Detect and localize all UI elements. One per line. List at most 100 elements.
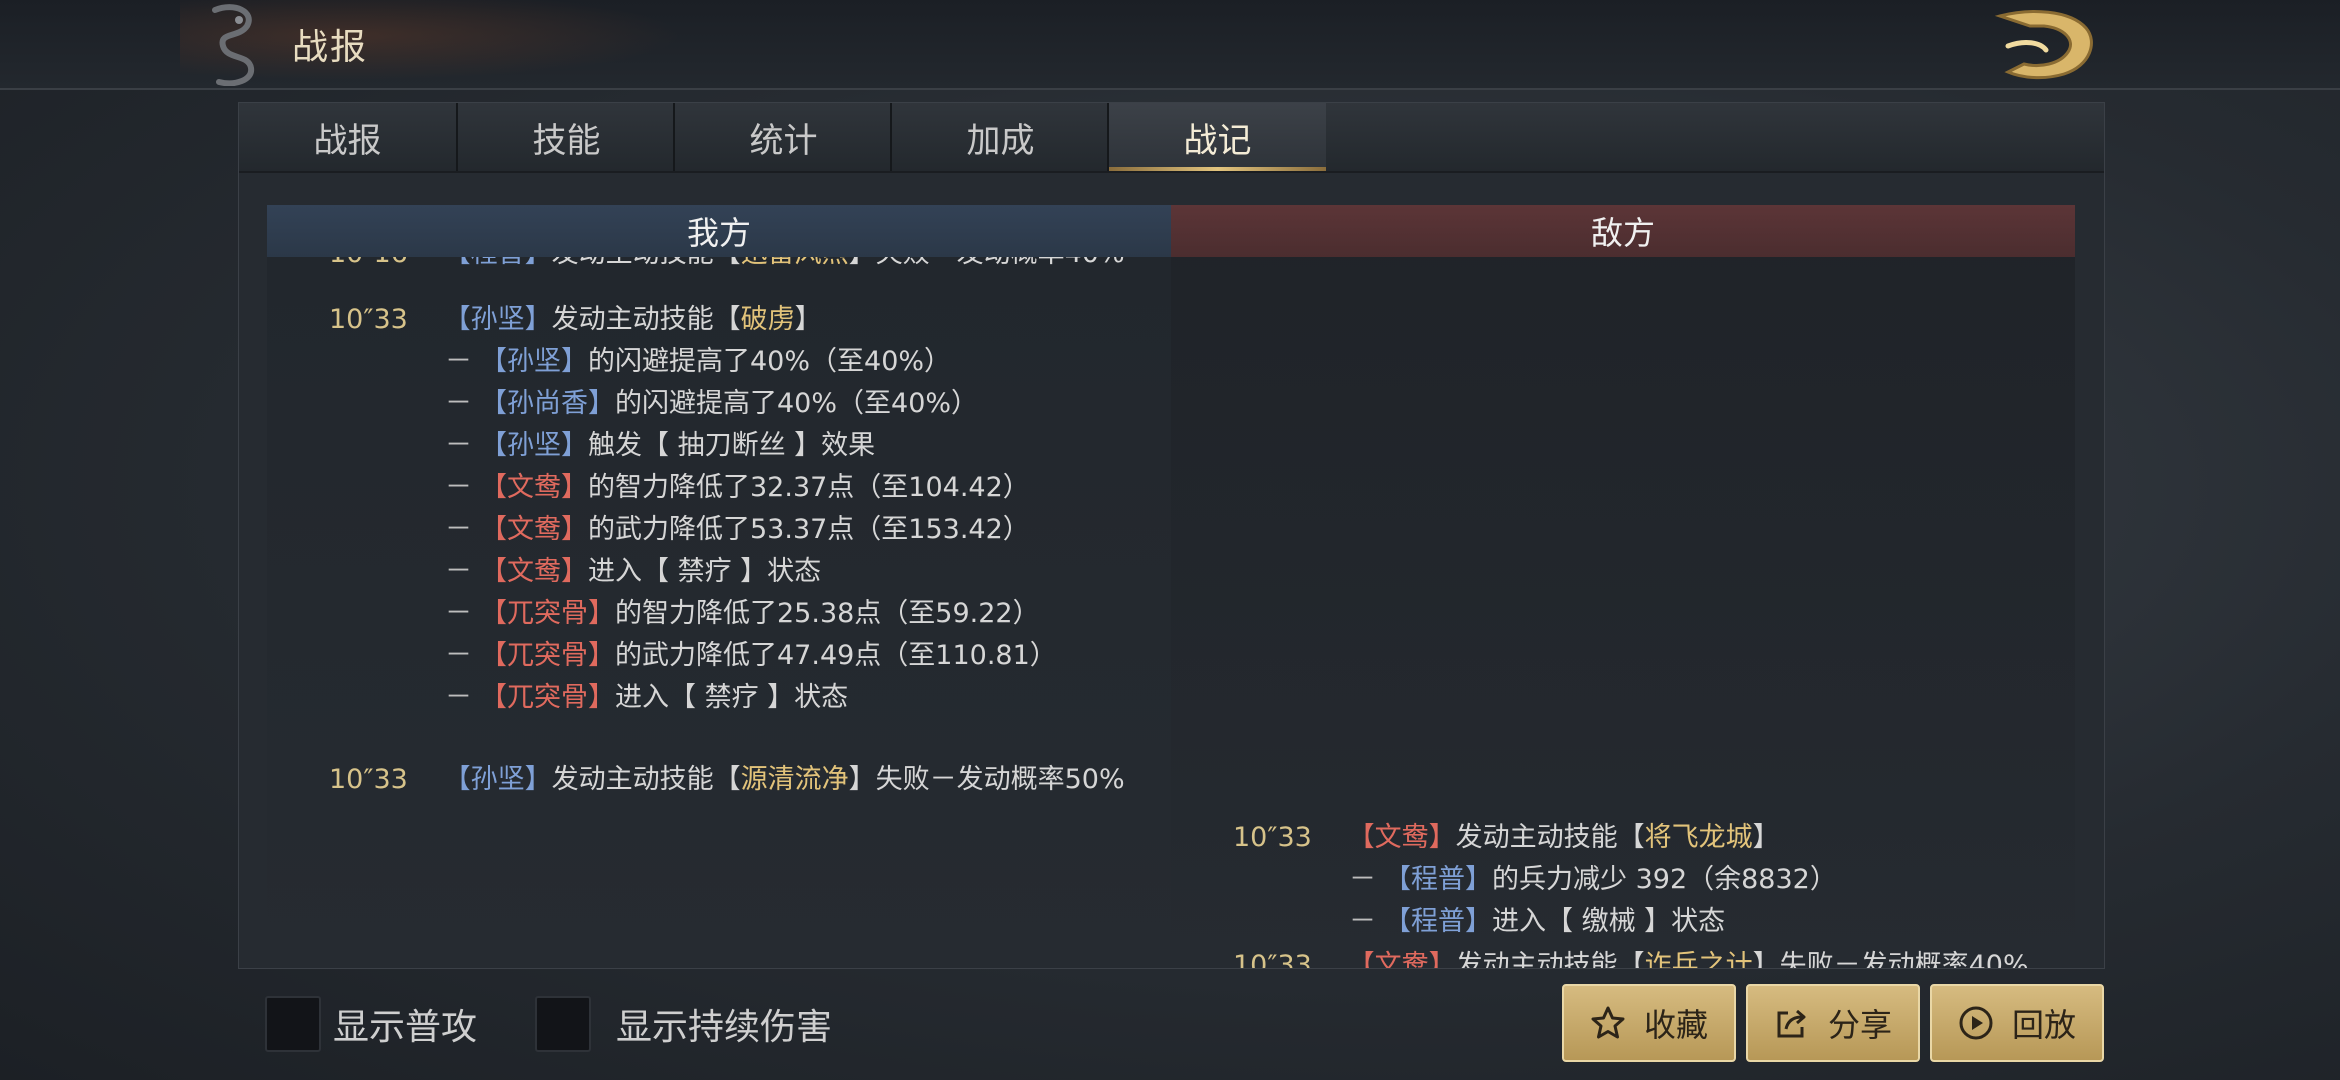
show-normal-attack-checkbox[interactable]	[265, 996, 321, 1052]
show-normal-attack-label[interactable]: 显示普攻	[333, 998, 477, 1050]
bracket-close: 】	[561, 430, 588, 461]
log-entry: 10″33 【文鸯】发动主动技能【将飞龙城】 －【程普】的兵力减少 392（余8…	[1171, 817, 2071, 943]
log-text: 】失败－发动概率50%	[848, 764, 1125, 795]
dash: －	[445, 388, 472, 419]
skill-name: 诈兵之计	[1644, 950, 1753, 968]
tab-skills[interactable]: 技能	[456, 103, 675, 171]
bracket-open: 【	[480, 598, 507, 629]
log-sub-line: － 【兀突骨】进入【 禁疗 】状态	[267, 677, 1167, 719]
log-text: 的兵力减少 392（余8832）	[1492, 864, 1837, 895]
general-name: 兀突骨	[507, 640, 588, 671]
log-time: 10″33	[329, 304, 408, 335]
general-name: 文鸯	[1374, 950, 1429, 968]
dash: －	[445, 598, 472, 629]
page-title: 战报	[292, 27, 369, 68]
dragon-emblem-icon	[212, 4, 255, 86]
favorite-label: 收藏	[1643, 1006, 1708, 1044]
log-time: 10″33	[329, 764, 408, 795]
log-text: 的闪避提高了40%（至40%）	[615, 388, 979, 419]
bracket-close: 】	[525, 257, 552, 269]
bracket-open: 【	[1384, 906, 1411, 937]
log-text: 】失败－发动概率40%	[1752, 950, 2029, 968]
log-text: 发动主动技能【	[552, 257, 741, 269]
log-time: 10″16	[329, 257, 435, 275]
log-text: 发动主动技能【	[1455, 822, 1645, 853]
log-sub-line: － 【兀突骨】的武力降低了47.49点（至110.81）	[267, 635, 1167, 677]
bracket-open: 【	[444, 257, 471, 269]
general-name: 孙尚香	[507, 388, 588, 419]
general-name: 文鸯	[507, 556, 561, 587]
general-name: 孙坚	[470, 764, 525, 795]
favorite-button[interactable]: 收藏	[1562, 984, 1736, 1062]
battle-log-scroll[interactable]: 10″16 【程普】发动主动技能【迅雷风烈】失败－发动概率40% 10″33 【…	[267, 257, 2075, 968]
bracket-open: 【	[480, 640, 507, 671]
log-text: 的武力降低了47.49点（至110.81）	[615, 640, 1057, 671]
dash: －	[445, 640, 472, 671]
general-name: 孙坚	[470, 304, 525, 335]
dash: －	[445, 514, 472, 545]
tab-bonus[interactable]: 加成	[890, 103, 1109, 171]
skill-name: 迅雷风烈	[741, 257, 849, 269]
bracket-close: 】	[588, 640, 615, 671]
log-text: 进入【 缴械 】状态	[1492, 906, 1726, 937]
dash: －	[1349, 864, 1376, 895]
general-name: 孙坚	[507, 346, 561, 377]
log-entry: 10″16 【程普】发动主动技能【迅雷风烈】失败－发动概率40%	[267, 257, 1167, 275]
bracket-open: 【	[1384, 864, 1411, 895]
tab-battle-log[interactable]: 战记	[1107, 103, 1326, 171]
bracket-open: 【	[443, 304, 471, 335]
bracket-close: 】	[524, 764, 552, 795]
bracket-close: 】	[561, 514, 588, 545]
log-entry: 10″33 【孙坚】发动主动技能【破虏】 －【孙坚】的闪避提高了40%（至40%…	[267, 299, 1167, 719]
show-dot-damage-checkbox[interactable]	[535, 996, 591, 1052]
log-sub-line: － 【程普】进入【 缴械 】状态	[1171, 901, 2071, 943]
bracket-open: 【	[1347, 822, 1375, 853]
bracket-open: 【	[480, 556, 507, 587]
general-name: 文鸯	[507, 472, 561, 503]
log-sub-line: － 【孙尚香】的闪避提高了40%（至40%）	[267, 383, 1167, 425]
log-sub-line: － 【孙坚】的闪避提高了40%（至40%）	[267, 341, 1167, 383]
bracket-close: 】	[1428, 822, 1456, 853]
bracket-open: 【	[480, 430, 507, 461]
bracket-close: 】	[1465, 906, 1492, 937]
tab-battle-report[interactable]: 战报	[239, 103, 456, 171]
log-sub-line: － 【孙坚】触发【 抽刀断丝 】效果	[267, 425, 1167, 467]
battle-report-panel: 战报 技能 统计 加成 战记 我方 敌方 10″16 【程普】发动主动技能【迅雷…	[238, 102, 2105, 969]
skill-name: 源清流净	[740, 764, 849, 795]
log-sub-line: － 【文鸯】的智力降低了32.37点（至104.42）	[267, 467, 1167, 509]
log-sub-line: － 【程普】的兵力减少 392（余8832）	[1171, 859, 2071, 901]
log-text: 发动主动技能【	[551, 764, 741, 795]
bracket-close: 】	[588, 598, 615, 629]
general-name: 程普	[471, 257, 525, 269]
share-icon	[1777, 1009, 1806, 1038]
log-sub-line: － 【文鸯】进入【 禁疗 】状态	[267, 551, 1167, 593]
bracket-close: 】	[1465, 864, 1492, 895]
log-text: 】	[794, 304, 822, 335]
bracket-open: 【	[1347, 950, 1375, 968]
tab-statistics[interactable]: 统计	[673, 103, 892, 171]
dash: －	[445, 556, 472, 587]
dash: －	[445, 346, 472, 377]
dragon-logo-icon[interactable]	[1990, 6, 2100, 82]
general-name: 程普	[1411, 906, 1465, 937]
star-icon	[1591, 1006, 1625, 1039]
log-text: 】失败－发动概率40%	[849, 257, 1125, 269]
dash: －	[445, 472, 472, 503]
replay-button[interactable]: 回放	[1930, 984, 2104, 1062]
log-text: 触发【 抽刀断丝 】效果	[588, 430, 876, 461]
bracket-open: 【	[480, 514, 507, 545]
log-sub-line: － 【兀突骨】的智力降低了25.38点（至59.22）	[267, 593, 1167, 635]
show-dot-damage-label[interactable]: 显示持续伤害	[616, 998, 832, 1050]
share-button[interactable]: 分享	[1746, 984, 1920, 1062]
skill-name: 将飞龙城	[1644, 822, 1753, 853]
bracket-open: 【	[443, 764, 471, 795]
bracket-close: 】	[1428, 950, 1456, 968]
top-bar: 战报	[0, 0, 2340, 90]
log-sub-line: － 【文鸯】的武力降低了53.37点（至153.42）	[267, 509, 1167, 551]
bracket-close: 】	[561, 472, 588, 503]
general-name: 兀突骨	[507, 598, 588, 629]
enemy-side-header: 敌方	[1171, 205, 2075, 257]
general-name: 文鸯	[507, 514, 561, 545]
log-entry: 10″33 【孙坚】发动主动技能【源清流净】失败－发动概率50%	[267, 759, 1167, 801]
skill-name: 破虏	[740, 304, 795, 335]
